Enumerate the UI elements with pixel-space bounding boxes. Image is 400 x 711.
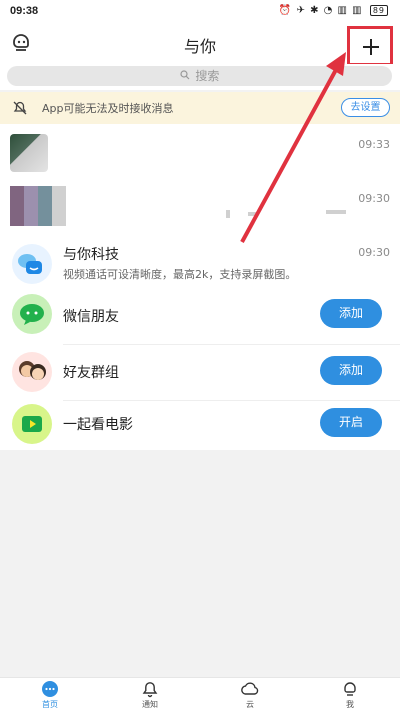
status-icons: ⏰ ✈ ✱ ◔ ▥ ▥ 89 bbox=[279, 5, 388, 16]
cloud-icon bbox=[241, 682, 259, 695]
redacted-text bbox=[226, 210, 230, 218]
status-time: 09:38 bbox=[10, 5, 39, 17]
bottom-tab-bar: 首页 通知 云 我 bbox=[0, 677, 400, 711]
tab-home[interactable]: 首页 bbox=[20, 680, 80, 710]
enable-movie-button[interactable]: 开启 bbox=[320, 408, 382, 437]
tab-cloud[interactable]: 云 bbox=[220, 680, 280, 710]
bell-off-icon bbox=[12, 100, 28, 116]
avatar bbox=[12, 244, 52, 284]
list-item-friend-group[interactable]: 好友群组 添加 bbox=[0, 348, 400, 402]
conversation-time: 09:30 bbox=[358, 246, 390, 259]
app-header: 与你 bbox=[0, 24, 400, 66]
conversation-list: 09:33 09:30 与你科技 视频通话可设清晰度，最高2k，支持录屏截图。 … bbox=[0, 124, 400, 450]
tab-label: 云 bbox=[246, 700, 254, 709]
tab-label: 通知 bbox=[142, 700, 158, 709]
movie-icon bbox=[12, 404, 52, 444]
divider bbox=[63, 400, 400, 401]
feature-label: 好友群组 bbox=[63, 365, 119, 381]
search-icon bbox=[179, 68, 190, 88]
search-placeholder: 搜索 bbox=[195, 69, 220, 83]
tab-me[interactable]: 我 bbox=[320, 680, 380, 710]
conversation-time: 09:30 bbox=[358, 192, 390, 205]
add-wechat-button[interactable]: 添加 bbox=[320, 299, 382, 328]
status-bar: 09:38 ⏰ ✈ ✱ ◔ ▥ ▥ 89 bbox=[0, 0, 400, 24]
redacted-text bbox=[326, 210, 346, 214]
search-area: 搜索 bbox=[0, 64, 400, 90]
feature-label: 微信朋友 bbox=[63, 309, 119, 325]
conversation-name: 与你科技 bbox=[63, 247, 119, 263]
friends-icon bbox=[12, 352, 52, 392]
tab-label: 我 bbox=[346, 700, 354, 709]
avatar bbox=[10, 186, 66, 226]
divider bbox=[63, 344, 400, 345]
feature-label: 一起看电影 bbox=[63, 417, 133, 433]
page-title: 与你 bbox=[183, 37, 216, 56]
conversation-time: 09:33 bbox=[358, 138, 390, 151]
status-icons-text: ⏰ ✈ ✱ ◔ ▥ ▥ bbox=[278, 5, 363, 16]
search-input[interactable]: 搜索 bbox=[7, 66, 392, 86]
bell-icon bbox=[142, 682, 158, 698]
list-item[interactable]: 09:30 bbox=[0, 176, 400, 236]
notice-text: App可能无法及时接收消息 bbox=[42, 102, 174, 115]
list-item[interactable]: 与你科技 视频通话可设清晰度，最高2k，支持录屏截图。 09:30 bbox=[0, 236, 400, 294]
go-settings-button[interactable]: 去设置 bbox=[341, 98, 390, 117]
notification-warning-banner: App可能无法及时接收消息 去设置 bbox=[0, 92, 400, 124]
profile-icon bbox=[344, 682, 356, 696]
battery-icon: 89 bbox=[369, 5, 388, 16]
redacted-text bbox=[248, 212, 256, 216]
add-button-highlight bbox=[347, 26, 393, 66]
wechat-icon bbox=[12, 294, 52, 334]
list-item-watch-movie[interactable]: 一起看电影 开启 bbox=[0, 402, 400, 450]
conversation-preview: 视频通话可设清晰度，最高2k，支持录屏截图。 bbox=[63, 268, 297, 281]
avatar bbox=[10, 134, 48, 172]
yuni-logo-icon bbox=[18, 254, 42, 274]
tab-label: 首页 bbox=[42, 700, 58, 709]
tab-notifications[interactable]: 通知 bbox=[120, 680, 180, 710]
home-chat-icon bbox=[42, 681, 58, 697]
add-group-button[interactable]: 添加 bbox=[320, 356, 382, 385]
list-item[interactable]: 09:33 bbox=[0, 124, 400, 176]
plus-icon[interactable] bbox=[362, 38, 380, 56]
list-item-wechat-friends[interactable]: 微信朋友 添加 bbox=[0, 294, 400, 348]
